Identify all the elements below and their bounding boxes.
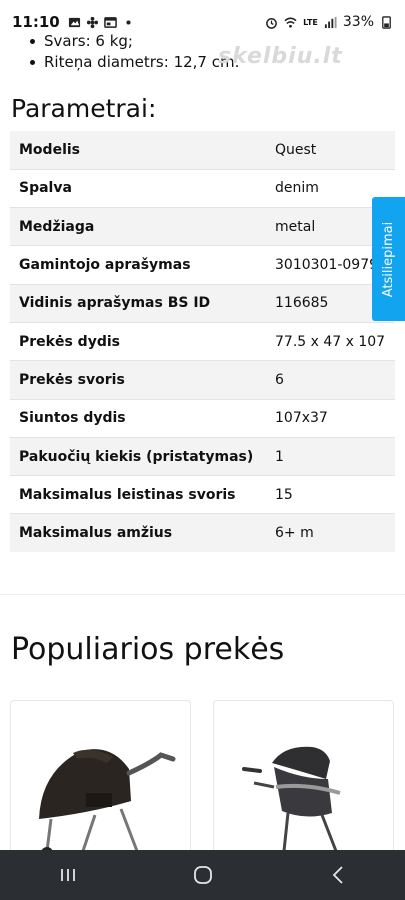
table-row: Modelis Quest xyxy=(10,131,395,170)
watermark-logo: skelbiu.lt xyxy=(218,44,343,69)
flower-icon xyxy=(86,16,98,28)
gallery-icon xyxy=(68,17,80,27)
spec-label: Gamintojo aprašymas xyxy=(10,245,266,285)
stroller-bassinet-image xyxy=(39,749,176,859)
list-item: Svars: 6 kg; xyxy=(30,30,133,52)
section-divider xyxy=(0,594,405,595)
dot-icon xyxy=(126,19,131,25)
table-row: Medžiaga metal xyxy=(10,207,395,246)
table-row: Maksimalus leistinas svoris 15 xyxy=(10,475,395,514)
status-time: 11:10 xyxy=(12,13,60,31)
spec-value: 1 xyxy=(266,436,395,476)
product-card[interactable] xyxy=(213,700,394,870)
feedback-tab-button[interactable]: Atsiliepimai xyxy=(372,197,405,321)
parameters-heading: Parametrai: xyxy=(11,94,157,123)
spec-label: Modelis xyxy=(10,131,266,170)
home-button[interactable] xyxy=(173,850,233,900)
spec-label: Vidinis aprašymas BS ID xyxy=(10,283,266,323)
popular-products-heading: Populiarios prekės xyxy=(11,632,285,667)
system-navigation-bar xyxy=(0,850,405,900)
spec-label: Maksimalus leistinas svoris xyxy=(10,475,266,514)
alarm-icon xyxy=(266,17,278,29)
table-row: Prekės svoris 6 xyxy=(10,360,395,400)
spec-label: Maksimalus amžius xyxy=(10,513,266,553)
spec-label: Spalva xyxy=(10,168,266,208)
table-row: Prekės dydis 77.5 x 47 x 107 xyxy=(10,321,395,361)
network-type: LTE xyxy=(303,17,318,27)
spec-label: Medžiaga xyxy=(10,207,266,246)
spec-value: 6+ m xyxy=(266,513,395,553)
home-icon xyxy=(193,866,212,884)
table-row: Spalva denim xyxy=(10,168,395,208)
spec-value: Quest xyxy=(266,131,395,170)
calendar-icon xyxy=(103,16,117,28)
table-row: Maksimalus amžius 6+ m xyxy=(10,513,395,553)
spec-value: 15 xyxy=(266,475,395,514)
notification-icons xyxy=(68,16,135,29)
spec-value: 77.5 x 47 x 107 xyxy=(266,321,395,361)
back-icon xyxy=(332,866,343,884)
table-row: Gamintojo aprašymas 3010301-0979 xyxy=(10,245,395,285)
spec-label: Siuntos dydis xyxy=(10,398,266,438)
product-card[interactable] xyxy=(10,700,191,870)
table-row: Pakuočių kiekis (pristatymas) 1 xyxy=(10,436,395,476)
wifi-icon xyxy=(284,17,297,28)
system-indicators: LTE 33% xyxy=(265,14,393,30)
table-row: Siuntos dydis 107x37 xyxy=(10,398,395,438)
spec-label: Prekės dydis xyxy=(10,321,266,361)
spec-value: 107x37 xyxy=(266,398,395,438)
list-item: Riteņa diametrs: 12,7 cm. xyxy=(30,51,239,73)
battery-level: 33% xyxy=(342,14,374,30)
specifications-table: Modelis Quest Spalva denim Medžiaga metal Gami… xyxy=(10,131,395,553)
back-button[interactable] xyxy=(308,850,368,900)
spec-label: Prekės svoris xyxy=(10,360,266,400)
signal-icon xyxy=(324,16,337,28)
feedback-tab-label: Atsiliepimai xyxy=(381,221,397,297)
recent-apps-button[interactable] xyxy=(38,850,98,900)
stroller-seat-image xyxy=(242,746,341,852)
battery-icon xyxy=(382,15,391,29)
recent-apps-icon xyxy=(60,869,75,881)
spec-label: Pakuočių kiekis (pristatymas) xyxy=(10,436,266,476)
spec-value: 6 xyxy=(266,360,395,400)
table-row: Vidinis aprašymas BS ID 116685 xyxy=(10,283,395,323)
